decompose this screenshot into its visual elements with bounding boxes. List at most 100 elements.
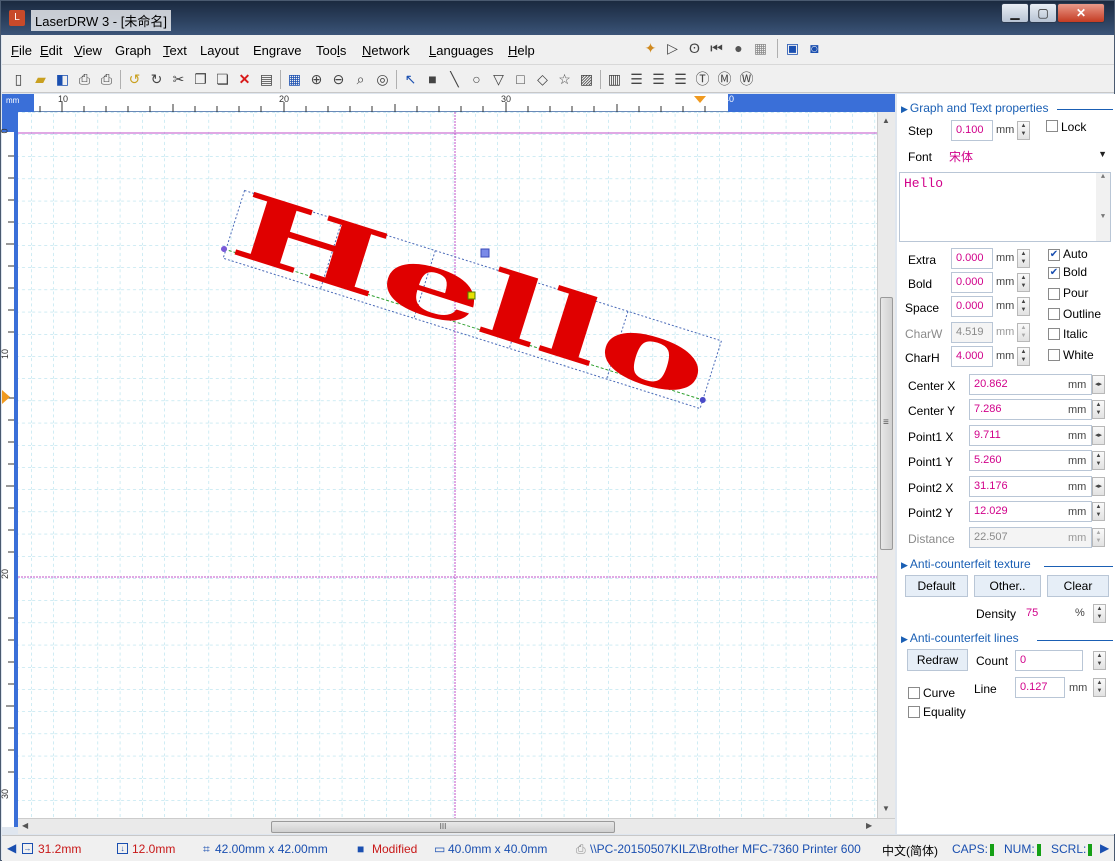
vertical-scrollbar[interactable]: ▲ ≡ ▼ [877, 112, 895, 818]
line-spinner[interactable]: ▲ ▼ [1093, 678, 1106, 697]
drawing-canvas[interactable]: Hello [18, 112, 877, 818]
hello-text-object[interactable]: Hello [18, 112, 877, 818]
center-y-spinner[interactable]: ▲ ▼ [1092, 400, 1105, 419]
properties-icon[interactable]: ▤ [258, 71, 275, 88]
rectangle-tool-icon[interactable]: ■ [424, 71, 441, 88]
horizontal-scrollbar[interactable]: ◀ III ▶ [18, 818, 895, 834]
align-bottom-icon[interactable]: ☰ [672, 71, 689, 88]
space-input[interactable]: 0.000 [951, 296, 993, 317]
title-bar[interactable]: L LaserDRW 3 - [未命名] ▁ ▢ ✕ [1, 1, 1114, 35]
density-spinner[interactable]: ▲ ▼ [1093, 604, 1106, 623]
grid-icon[interactable]: ▦ [286, 71, 303, 88]
point2-y-spinner[interactable]: ▲ ▼ [1092, 502, 1105, 521]
bold-checkbox[interactable]: ✔ [1048, 267, 1060, 279]
print-icon[interactable]: ⎙ [98, 71, 115, 88]
scroll-right-icon[interactable]: ▶ [866, 821, 872, 830]
menu-layout[interactable]: Layout [200, 43, 239, 58]
menu-help[interactable]: Help [508, 43, 535, 58]
scroll-up-icon[interactable]: ▲ [882, 116, 890, 125]
charh-input[interactable]: 4.000 [951, 346, 993, 367]
rotate-handle[interactable] [480, 248, 490, 258]
center-handle[interactable] [467, 291, 476, 300]
save-icon[interactable]: ◧ [54, 71, 71, 88]
equality-checkbox[interactable] [908, 706, 920, 718]
open-icon[interactable]: ▰ [32, 71, 49, 88]
diamond-tool-icon[interactable]: ◇ [534, 71, 551, 88]
align-middle-icon[interactable]: ☰ [650, 71, 667, 88]
triangle-tool-icon[interactable]: ▽ [490, 71, 507, 88]
extra-spinner[interactable]: ▲ ▼ [1017, 249, 1030, 268]
align-top-icon[interactable]: ☰ [628, 71, 645, 88]
status-scroll-right-icon[interactable]: ▶ [1100, 841, 1109, 855]
auto-checkbox[interactable]: ✔ [1048, 249, 1060, 261]
paste-icon[interactable]: ❏ [214, 71, 231, 88]
bold-input[interactable]: 0.000 [951, 272, 993, 293]
other-button[interactable]: Other.. [974, 575, 1041, 597]
image-tool-icon[interactable]: ▨ [578, 71, 595, 88]
step-spinner[interactable]: ▲ ▼ [1017, 121, 1030, 140]
redraw-button[interactable]: Redraw [907, 649, 968, 671]
line-tool-icon[interactable]: ╲ [446, 71, 463, 88]
settings-icon[interactable]: ▦ [752, 40, 769, 57]
scroll-left-icon[interactable]: ◀ [22, 821, 28, 830]
menu-text[interactable]: Text [163, 43, 187, 58]
preview-icon[interactable]: ◙ [806, 40, 823, 57]
play-icon[interactable]: ▷ [664, 40, 681, 57]
clear-button[interactable]: Clear [1047, 575, 1109, 597]
menu-graph[interactable]: Graph [115, 43, 151, 58]
menu-view[interactable]: View [74, 43, 102, 58]
scroll-down-icon[interactable]: ▼ [882, 804, 890, 813]
pour-checkbox[interactable] [1048, 288, 1060, 300]
print-setup-icon[interactable]: ⎙ [76, 71, 93, 88]
white-checkbox[interactable] [1048, 349, 1060, 361]
cut-icon[interactable]: ʘ [686, 40, 703, 57]
point1-y-spinner[interactable]: ▲ ▼ [1092, 451, 1105, 470]
line-input[interactable]: 0.127 [1015, 677, 1065, 698]
app-icon[interactable]: L [9, 10, 25, 26]
zoom-out-icon[interactable]: ⊖ [330, 71, 347, 88]
step-input[interactable]: 0.100 [951, 120, 993, 141]
extra-input[interactable]: 0.000 [951, 248, 993, 269]
device-icon[interactable]: ▣ [784, 40, 801, 57]
close-button[interactable]: ✕ [1057, 3, 1105, 23]
menu-engrave[interactable]: Engrave [253, 43, 301, 58]
delete-icon[interactable]: ✕ [236, 71, 253, 88]
status-scroll-left-icon[interactable]: ◀ [7, 841, 16, 855]
bold-spinner[interactable]: ▲ ▼ [1017, 273, 1030, 292]
point2-handle[interactable] [699, 396, 707, 404]
outline-checkbox[interactable] [1048, 308, 1060, 320]
menu-languages[interactable]: Languages [429, 43, 493, 58]
center-x-spinner[interactable]: ◂▸ [1092, 375, 1105, 394]
lock-checkbox[interactable] [1046, 120, 1058, 132]
menu-edit[interactable]: Edit [40, 43, 62, 58]
pause-icon[interactable]: ● [730, 40, 747, 57]
menu-file[interactable]: File [11, 43, 32, 58]
charh-spinner[interactable]: ▲ ▼ [1017, 347, 1030, 366]
menu-network[interactable]: Network [362, 43, 410, 58]
text-circle-icon[interactable]: Ⓣ [694, 71, 711, 88]
minimize-button[interactable]: ▁ [1001, 3, 1029, 23]
font-select[interactable]: 宋体 ▼ [945, 146, 1111, 166]
zoom-page-icon[interactable]: ◎ [374, 71, 391, 88]
count-input[interactable]: 0 [1015, 650, 1083, 671]
zoom-fit-icon[interactable]: ⌕ [352, 71, 369, 88]
barcode-icon[interactable]: ▥ [606, 71, 623, 88]
default-button[interactable]: Default [905, 575, 968, 597]
redo-icon[interactable]: ↻ [148, 71, 165, 88]
cut-icon[interactable]: ✂ [170, 71, 187, 88]
count-spinner[interactable]: ▲ ▼ [1093, 651, 1106, 670]
point1-x-spinner[interactable]: ◂▸ [1092, 426, 1105, 445]
stop-icon[interactable]: ⏮ [708, 40, 725, 57]
text-m-icon[interactable]: Ⓜ [716, 71, 733, 88]
undo-icon[interactable]: ↺ [126, 71, 143, 88]
curve-checkbox[interactable] [908, 687, 920, 699]
maximize-button[interactable]: ▢ [1029, 3, 1057, 23]
density-input[interactable]: 75 [1021, 603, 1071, 624]
copy-icon[interactable]: ❐ [192, 71, 209, 88]
zoom-in-icon[interactable]: ⊕ [308, 71, 325, 88]
star-tool-icon[interactable]: ☆ [556, 71, 573, 88]
new-icon[interactable]: ▯ [10, 71, 27, 88]
textarea-scrollbar[interactable]: ▲ ▼ [1096, 173, 1110, 241]
menu-tools[interactable]: Tools [316, 43, 346, 58]
point2-x-spinner[interactable]: ◂▸ [1092, 477, 1105, 496]
